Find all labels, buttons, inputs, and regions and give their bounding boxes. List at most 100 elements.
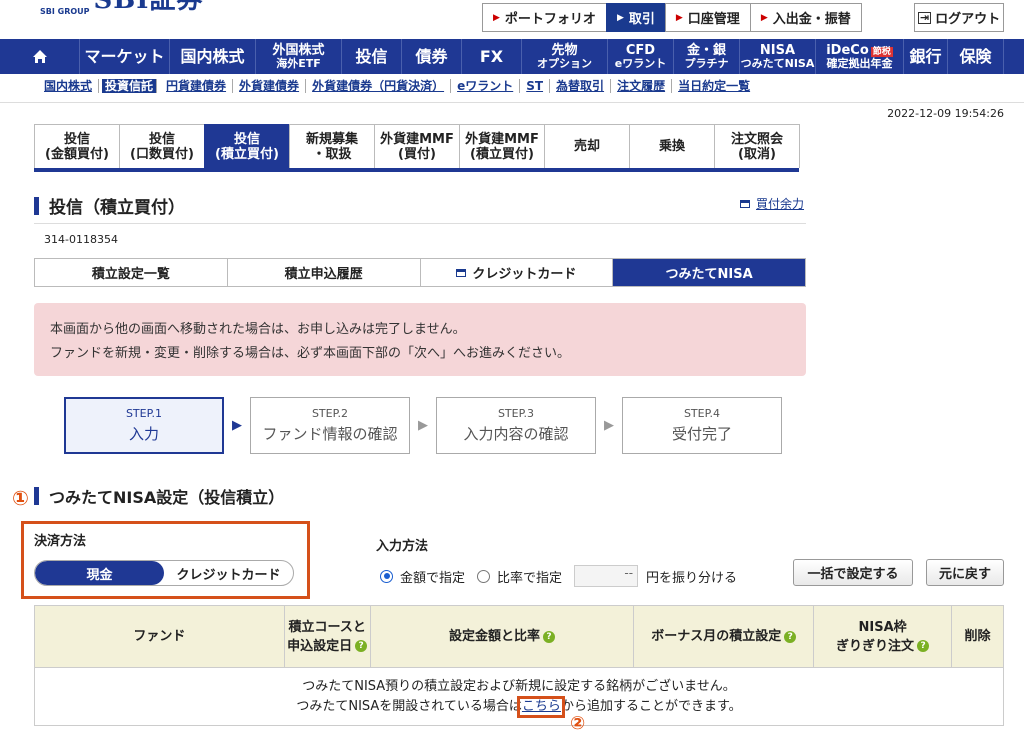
subnav-link-7[interactable]: 為替取引 (550, 79, 612, 93)
header-label: 削除 (964, 629, 991, 644)
reset-button[interactable]: 元に戻す (926, 559, 1004, 586)
radio-ratio[interactable] (477, 569, 491, 583)
nav-item-11[interactable]: 銀行 (904, 39, 948, 74)
tab-1[interactable]: 投信 (口数買付) (119, 124, 205, 168)
tab-2[interactable]: 投信 (積立買付) (204, 124, 290, 168)
nav-label: iDeCo (826, 43, 869, 58)
nav-item-12[interactable]: 保険 (948, 39, 1004, 74)
section-bar (34, 487, 39, 505)
subnav-link-4[interactable]: 外貨建債券（円貨決済） (306, 79, 452, 93)
subnav-link-6[interactable]: ST (520, 79, 551, 93)
step-1: STEP.1 入力 (64, 397, 224, 454)
tab-5[interactable]: 外貨建MMF (積立買付) (459, 124, 545, 168)
subtab-0[interactable]: 積立設定一覧 (35, 259, 228, 286)
table-header-1: 積立コースと 申込設定日? (283, 605, 371, 668)
buying-power-label[interactable]: 買付余力 (756, 195, 804, 212)
tab-0[interactable]: 投信 (金額買付) (34, 124, 120, 168)
top-link-label: 取引 (628, 12, 655, 27)
logout-button[interactable]: ⇥ ログアウト (914, 3, 1004, 32)
header-label: 積立コースと 申込設定日 (287, 619, 366, 654)
sub-nav: 国内株式 投資信託 円貨建債券 外貨建債券 外貨建債券（円貨決済） eワラント ST 為替取引… (44, 79, 756, 93)
step-label: ファンド情報の確認 (262, 425, 398, 443)
help-icon[interactable]: ? (917, 640, 930, 652)
help-icon[interactable]: ? (542, 630, 555, 643)
tab-7[interactable]: 乗換 (629, 124, 715, 168)
sbi-logo[interactable]: SBI GROUP SBI証券 (40, 0, 203, 16)
tab-8[interactable]: 注文照会 (取消) (714, 124, 800, 168)
warning-notice: 本画面から他の画面へ移動された場合は、お申し込みは完了しません。 ファンドを新規… (34, 303, 806, 376)
subtab-label: 積立申込履歴 (284, 267, 363, 282)
tab-4[interactable]: 外貨建MMF (買付) (374, 124, 460, 168)
title-divider (34, 223, 806, 224)
step-3: STEP.3 入力内容の確認 (436, 397, 596, 454)
radio-amount-label: 金額で指定 (400, 570, 466, 586)
top-links: ▶ ポートフォリオ ▶ 取引 ▶ 口座管理 ▶ 入出金・振替 (482, 3, 862, 32)
payment-option-credit-card[interactable]: クレジットカード (164, 561, 293, 585)
annotation-marker-1: ① (12, 486, 29, 510)
nav-item-5[interactable]: FX (462, 39, 522, 74)
nav-item-9[interactable]: NISA つみたてNISA (740, 39, 816, 74)
subnav-link-9[interactable]: 当日約定一覧 (672, 79, 756, 93)
nav-label: 金・銀 (686, 43, 726, 58)
tab-6[interactable]: 売却 (544, 124, 630, 168)
nav-sub-label: 海外ETF (276, 57, 321, 70)
nav-label: FX (479, 47, 504, 66)
nav-item-7[interactable]: CFD eワラント (608, 39, 674, 74)
top-link-1[interactable]: ▶ 取引 (605, 3, 666, 32)
timestamp: 2022-12-09 19:54:26 (887, 107, 1004, 120)
nav-item-4[interactable]: 債券 (402, 39, 462, 74)
nav-item-0[interactable]: マーケット (80, 39, 170, 74)
subtab-label: クレジットカード (472, 267, 577, 282)
step-arrow-icon: ▶ (232, 418, 242, 433)
nav-item-10[interactable]: iDeCo 節税 確定拠出年金 (816, 39, 904, 74)
tab-3[interactable]: 新規募集 ・取扱 (289, 124, 375, 168)
bulk-set-button[interactable]: 一括で設定する (793, 559, 913, 586)
radio-ratio-label: 比率で指定 (497, 570, 563, 586)
subnav-link-2[interactable]: 円貨建債券 (160, 79, 234, 93)
step-label: 入力内容の確認 (463, 425, 569, 443)
top-link-label: 入出金・振替 (772, 12, 851, 27)
help-icon[interactable]: ? (784, 630, 797, 643)
subtab-2[interactable]: クレジットカード (420, 259, 614, 286)
annotation-marker-2: ② (570, 713, 586, 734)
top-link-label: ポートフォリオ (504, 12, 596, 27)
subnav-link-1[interactable]: 投資信託 (102, 79, 158, 93)
nav-badge: 節税 (870, 47, 893, 57)
nav-item-8[interactable]: 金・銀 プラチナ (674, 39, 740, 74)
top-link-0[interactable]: ▶ ポートフォリオ (482, 3, 607, 32)
subtab-3[interactable]: つみたてNISA (613, 259, 805, 286)
nav-item-6[interactable]: 先物 オプション (522, 39, 608, 74)
subnav-link-5[interactable]: eワラント (451, 79, 521, 93)
radio-amount[interactable] (380, 569, 393, 583)
triangle-right-icon: ▶ (760, 12, 768, 23)
input-method-label: 入力方法 (376, 539, 429, 554)
input-method-radios: 金額で指定 比率で指定 -- 円を振り分ける (380, 565, 737, 587)
section-title-text: つみたてNISA設定（投信積立） (49, 488, 285, 507)
subnav-link-0[interactable]: 国内株式 (44, 79, 100, 93)
triangle-right-icon: ▶ (616, 12, 624, 23)
nav-item-3[interactable]: 投信 (342, 39, 402, 74)
top-link-3[interactable]: ▶ 入出金・振替 (749, 3, 862, 32)
window-icon (456, 268, 467, 277)
step-number: STEP.1 (125, 407, 163, 420)
step-indicator: STEP.1 入力 ▶ STEP.2 ファンド情報の確認 ▶ STEP.3 入力内容の確認 ▶ S… (64, 397, 782, 454)
annotation-highlight-link (517, 696, 565, 718)
empty-line-2-post: から追加することができます。 (560, 698, 742, 714)
subnav-link-3[interactable]: 外貨建債券 (233, 79, 307, 93)
home-icon[interactable] (0, 39, 80, 74)
nav-sub-label: つみたてNISA (740, 57, 815, 70)
nav-item-1[interactable]: 国内株式 (170, 39, 256, 74)
empty-line-2-pre: つみたてNISAを開設されている場合は (296, 698, 522, 714)
logout-icon: ⇥ (917, 10, 932, 24)
nav-item-2[interactable]: 外国株式 海外ETF (256, 39, 342, 74)
buying-power-link[interactable]: 買付余力 (740, 195, 804, 212)
table-header-5: 削除 (951, 605, 1004, 668)
subtab-1[interactable]: 積立申込履歴 (227, 259, 421, 286)
help-icon[interactable]: ? (355, 640, 368, 652)
nav-label: 外国株式 (272, 43, 325, 58)
subnav-link-8[interactable]: 注文履歴 (611, 79, 673, 93)
nav-label: 投信 (355, 47, 388, 66)
payment-option-cash[interactable]: 現金 (35, 561, 164, 585)
top-link-2[interactable]: ▶ 口座管理 (664, 3, 751, 32)
distribute-amount-input[interactable]: -- (574, 565, 639, 587)
